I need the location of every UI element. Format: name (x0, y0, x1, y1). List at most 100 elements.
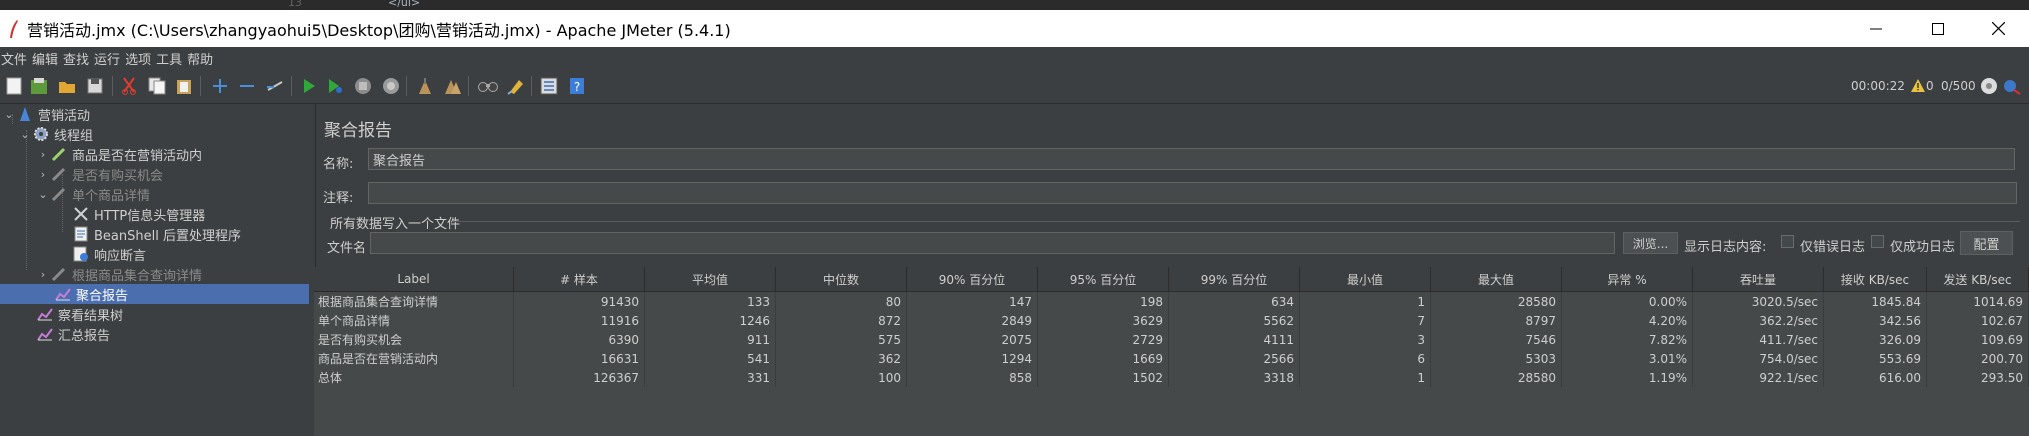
chevron-right-icon[interactable]: › (36, 148, 50, 161)
table-cell: 198 (1038, 292, 1169, 311)
table-cell: 1502 (1038, 368, 1169, 387)
success-only-checkbox[interactable] (1871, 235, 1884, 248)
tree-item-post-processor[interactable]: BeanShell 后置处理程序 (72, 224, 241, 244)
menu-help[interactable]: 帮助 (186, 49, 217, 68)
menu-tools[interactable]: 工具 (155, 49, 186, 68)
close-button[interactable] (1975, 10, 2021, 47)
help-icon[interactable]: ? (566, 75, 587, 96)
table-cell: 1669 (1038, 349, 1169, 368)
templates-icon[interactable] (28, 75, 49, 96)
open-icon[interactable] (56, 75, 77, 96)
assertion-icon (72, 245, 90, 263)
tree-item-test-plan[interactable]: ⌄ 营销活动 (2, 104, 90, 124)
toolbar-separator (291, 76, 292, 96)
browse-button[interactable]: 浏览... (1623, 232, 1678, 254)
column-header[interactable]: 异常 % (1562, 267, 1693, 292)
aggregate-table: Label # 样本 平均值 中位数 90% 百分位 95% 百分位 99% 百… (314, 267, 2029, 436)
tree-item-label: 商品是否在营销活动内 (72, 148, 203, 164)
column-header[interactable]: # 样本 (514, 267, 645, 292)
column-header[interactable]: 95% 百分位 (1038, 267, 1169, 292)
cut-icon[interactable] (118, 75, 139, 96)
column-header[interactable]: 发送 KB/sec (1927, 267, 2029, 292)
filename-field[interactable] (370, 232, 1615, 254)
copy-icon[interactable] (146, 75, 167, 96)
warning-icon[interactable] (1907, 75, 1928, 96)
save-icon[interactable] (84, 75, 105, 96)
chart-icon (36, 325, 54, 343)
tree-item-thread-group[interactable]: ⌄ 线程组 (18, 124, 93, 144)
menu-run[interactable]: 运行 (93, 49, 124, 68)
tree-item-sampler[interactable]: › 是否有购买机会 (36, 164, 163, 184)
toggle-icon[interactable] (264, 75, 285, 96)
chevron-down-icon[interactable]: ⌄ (36, 188, 50, 201)
clear-icon[interactable] (414, 75, 435, 96)
tree-item-label: 汇总报告 (58, 328, 111, 344)
table-cell: 7546 (1431, 330, 1562, 349)
tree-item-sampler[interactable]: › 根据商品集合查询详情 (36, 264, 202, 284)
table-cell: 133 (645, 292, 776, 311)
tree-guide (26, 130, 27, 270)
table-cell: 1 (1300, 292, 1431, 311)
tree-item-aggregate-report[interactable]: 聚合报告 (54, 284, 128, 304)
sampler-pen-icon (50, 145, 68, 163)
maximize-button[interactable] (1915, 10, 1961, 47)
table-row[interactable]: 商品是否在营销活动内 16631 541 362 1294 1669 2566 6 5303 3.… (314, 349, 2029, 368)
table-row[interactable]: 是否有购买机会 6390 911 575 2075 2729 4111 3 7546 7.82% 4… (314, 330, 2029, 349)
tree-item-results-tree[interactable]: 察看结果树 (36, 304, 123, 324)
tree-item-assertion[interactable]: 响应断言 (72, 244, 146, 264)
tree-item-label: 根据商品集合查询详情 (72, 268, 203, 284)
function-helper-icon[interactable] (538, 75, 559, 96)
chevron-right-icon[interactable]: › (36, 168, 50, 181)
chevron-down-icon[interactable]: ⌄ (18, 128, 32, 141)
chevron-right-icon[interactable]: › (36, 268, 50, 281)
expand-icon[interactable] (209, 75, 230, 96)
column-header[interactable]: 最小值 (1300, 267, 1431, 292)
configure-button[interactable]: 配置 (1960, 231, 2013, 255)
comment-field[interactable] (368, 182, 2017, 204)
paste-icon[interactable] (173, 75, 194, 96)
toolbar-separator (531, 76, 532, 96)
menu-options[interactable]: 选项 (124, 49, 155, 68)
reset-search-icon[interactable] (505, 75, 526, 96)
document-icon (72, 225, 90, 243)
name-field[interactable] (368, 148, 2015, 170)
stop-icon[interactable] (352, 75, 373, 96)
column-header[interactable]: 平均值 (645, 267, 776, 292)
errors-only-checkbox[interactable] (1781, 235, 1794, 248)
menu-edit[interactable]: 编辑 (31, 49, 62, 68)
collapse-icon[interactable] (236, 75, 257, 96)
remote-status-icon[interactable] (2001, 75, 2022, 96)
log-viewer-icon[interactable] (1978, 75, 1999, 96)
column-header[interactable]: 中位数 (776, 267, 907, 292)
menu-search[interactable]: 查找 (62, 49, 93, 68)
background-editor-strip: 13 </ul> (0, 0, 2029, 10)
clear-all-icon[interactable] (442, 75, 463, 96)
start-no-pause-icon[interactable] (324, 75, 345, 96)
menu-bar: 文件 编辑 查找 运行 选项 工具 帮助 (0, 47, 2029, 69)
new-icon[interactable] (3, 75, 24, 96)
window-title: 营销活动.jmx (C:\Users\zhangyaohui5\Desktop\… (27, 20, 731, 40)
test-plan-tree: ⌄ 营销活动 ⌄ 线程组 › 商品是否在营销活动内 › 是否有购买机会 ⌄ 单个… (0, 104, 310, 436)
table-cell: 6 (1300, 349, 1431, 368)
table-row[interactable]: 根据商品集合查询详情 91430 133 80 147 198 634 1 28580 0.00%… (314, 292, 2029, 311)
menu-file[interactable]: 文件 (0, 49, 31, 68)
tree-item-summary-report[interactable]: 汇总报告 (36, 324, 110, 344)
column-header[interactable]: 最大值 (1431, 267, 1562, 292)
column-header[interactable]: 吞吐量 (1693, 267, 1824, 292)
table-row[interactable]: 单个商品详情 11916 1246 872 2849 3629 5562 7 8797 4.20%… (314, 311, 2029, 330)
tree-item-sampler[interactable]: ⌄ 单个商品详情 (36, 184, 150, 204)
column-header[interactable]: 接收 KB/sec (1824, 267, 1927, 292)
chevron-down-icon[interactable]: ⌄ (2, 108, 16, 121)
minimize-icon (1870, 28, 1882, 29)
column-header[interactable]: 99% 百分位 (1169, 267, 1300, 292)
tree-item-sampler[interactable]: › 商品是否在营销活动内 (36, 144, 202, 164)
table-cell: 3629 (1038, 311, 1169, 330)
start-icon[interactable] (298, 75, 319, 96)
minimize-button[interactable] (1853, 10, 1899, 47)
column-header[interactable]: Label (314, 267, 514, 292)
column-header[interactable]: 90% 百分位 (907, 267, 1038, 292)
table-row[interactable]: 总体 126367 331 100 858 1502 3318 1 28580 1.19% 922.… (314, 368, 2029, 387)
tree-item-header-manager[interactable]: HTTP信息头管理器 (72, 204, 205, 224)
search-icon[interactable] (477, 75, 498, 96)
shutdown-icon[interactable] (380, 75, 401, 96)
